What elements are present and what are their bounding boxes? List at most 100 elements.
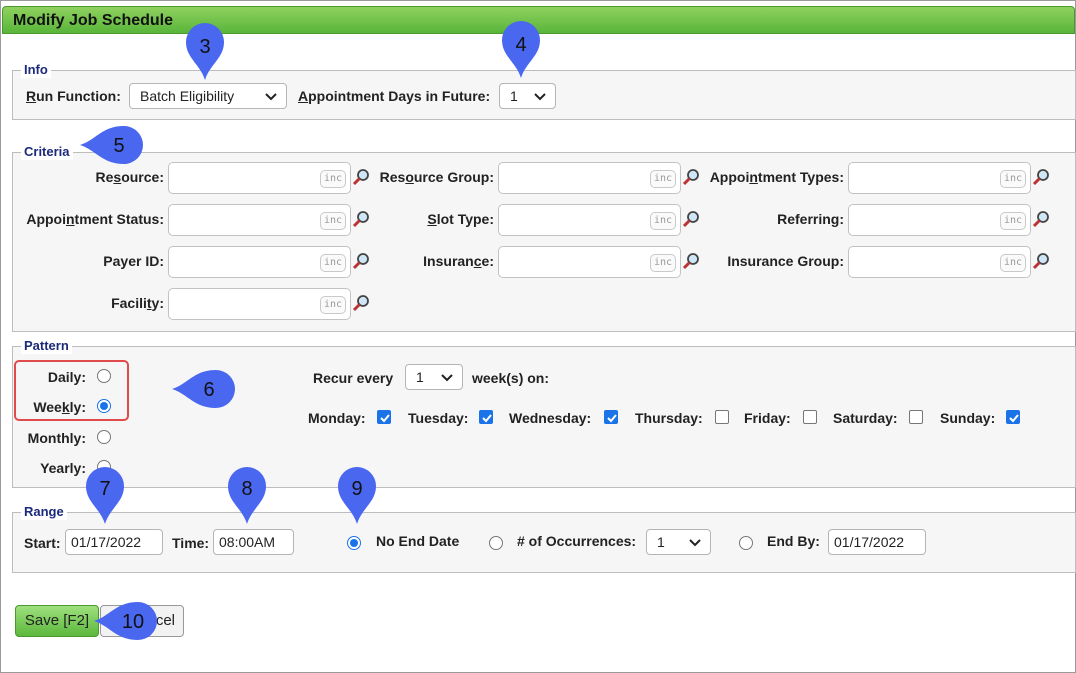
insurance-group-label: Insurance Group:: [727, 253, 844, 269]
friday-checkbox[interactable]: [803, 410, 817, 424]
time-input[interactable]: 08:00AM: [213, 529, 294, 555]
appointment-days-select[interactable]: 1: [499, 83, 556, 109]
daily-radio[interactable]: [97, 369, 111, 383]
facility-field[interactable]: inc: [168, 288, 351, 320]
magnifier-icon[interactable]: [681, 210, 701, 230]
callout-number: 9: [351, 478, 362, 500]
end-by-label: End By:: [767, 533, 820, 549]
no-end-date-radio[interactable]: [347, 536, 361, 550]
day-label-thursday: Thursday:: [635, 410, 703, 426]
run-function-select[interactable]: Batch Eligibility: [129, 83, 287, 109]
facility-label: Facility:: [111, 295, 164, 311]
end-by-radio[interactable]: [739, 536, 753, 550]
start-label: Start:: [24, 535, 61, 551]
occurrences-value: 1: [657, 534, 665, 550]
magnifier-icon[interactable]: [351, 252, 371, 272]
recur-every-value: 1: [416, 369, 424, 385]
appointment-types-field[interactable]: inc: [848, 162, 1031, 194]
callout-number: 10: [122, 611, 144, 633]
appointment-status-label: Appointment Status:: [26, 211, 164, 227]
occurrences-radio[interactable]: [489, 536, 503, 550]
tuesday-checkbox[interactable]: [479, 410, 493, 424]
appointment-status-field[interactable]: inc: [168, 204, 351, 236]
magnifier-icon[interactable]: [681, 252, 701, 272]
occurrences-select[interactable]: 1: [646, 529, 711, 555]
magnifier-icon[interactable]: [1031, 210, 1051, 230]
range-legend: Range: [21, 504, 67, 520]
chevron-down-icon: [265, 93, 277, 101]
appointment-days-value: 1: [510, 88, 518, 104]
callout-marker-3: 3: [186, 23, 224, 80]
resource-field[interactable]: inc: [168, 162, 351, 194]
appointment-days-label: Appointment Days in Future:: [298, 88, 491, 104]
run-function-label: Run Function:: [26, 88, 121, 104]
inc-badge[interactable]: inc: [650, 212, 676, 230]
day-label-friday: Friday:: [744, 410, 791, 426]
chevron-down-icon: [689, 539, 701, 547]
callout-number: 6: [203, 379, 214, 401]
magnifier-icon[interactable]: [1031, 168, 1051, 188]
pattern-legend: Pattern: [21, 338, 72, 354]
chevron-down-icon: [441, 374, 453, 382]
payer-id-field[interactable]: inc: [168, 246, 351, 278]
thursday-checkbox[interactable]: [715, 410, 729, 424]
weekly-label: Weekly:: [33, 399, 86, 415]
magnifier-icon[interactable]: [351, 294, 371, 314]
chevron-down-icon: [534, 93, 546, 101]
day-label-monday: Monday:: [308, 410, 366, 426]
callout-number: 4: [515, 34, 526, 56]
start-date-input[interactable]: 01/17/2022: [65, 529, 163, 555]
callout-marker-8: 8: [228, 467, 266, 524]
insurance-field[interactable]: inc: [498, 246, 681, 278]
sunday-checkbox[interactable]: [1006, 410, 1020, 424]
magnifier-icon[interactable]: [681, 168, 701, 188]
day-label-tuesday: Tuesday:: [408, 410, 469, 426]
run-function-value: Batch Eligibility: [140, 88, 235, 104]
occurrences-label: # of Occurrences:: [517, 533, 637, 549]
appointment-types-label: Appointment Types:: [709, 169, 844, 185]
saturday-checkbox[interactable]: [909, 410, 923, 424]
magnifier-icon[interactable]: [351, 168, 371, 188]
inc-badge[interactable]: inc: [650, 254, 676, 272]
insurance-group-field[interactable]: inc: [848, 246, 1031, 278]
magnifier-icon[interactable]: [1031, 252, 1051, 272]
end-by-date-input[interactable]: 01/17/2022: [828, 529, 926, 555]
inc-badge[interactable]: inc: [1000, 212, 1026, 230]
weeks-on-label: week(s) on:: [472, 370, 550, 386]
callout-number: 3: [199, 36, 210, 58]
callout-number: 7: [99, 478, 110, 500]
referring-field[interactable]: inc: [848, 204, 1031, 236]
save-button[interactable]: Save [F2]: [15, 605, 99, 637]
inc-badge[interactable]: inc: [1000, 254, 1026, 272]
day-label-sunday: Sunday:: [940, 410, 996, 426]
daily-label: Daily:: [47, 369, 86, 385]
yearly-label: Yearly:: [40, 460, 86, 476]
inc-badge[interactable]: inc: [650, 170, 676, 188]
inc-badge[interactable]: inc: [320, 212, 346, 230]
recur-every-select[interactable]: 1: [405, 364, 463, 390]
callout-marker-10: 10: [94, 602, 157, 640]
inc-badge[interactable]: inc: [320, 170, 346, 188]
page-title: Modify Job Schedule: [13, 12, 174, 29]
criteria-legend: Criteria: [21, 144, 73, 160]
callout-number: 8: [241, 478, 252, 500]
inc-badge[interactable]: inc: [320, 254, 346, 272]
callout-marker-4: 4: [502, 21, 540, 78]
weekly-radio[interactable]: [97, 399, 111, 413]
magnifier-icon[interactable]: [351, 210, 371, 230]
insurance-label: Insurance:: [423, 253, 494, 269]
day-label-saturday: Saturday:: [833, 410, 898, 426]
inc-badge[interactable]: inc: [320, 296, 346, 314]
monday-checkbox[interactable]: [377, 410, 391, 424]
wednesday-checkbox[interactable]: [604, 410, 618, 424]
slot-type-field[interactable]: inc: [498, 204, 681, 236]
info-legend: Info: [21, 62, 51, 78]
resource-label: Resource:: [95, 169, 165, 185]
callout-number: 5: [113, 135, 124, 157]
inc-badge[interactable]: inc: [1000, 170, 1026, 188]
callout-marker-6: 6: [172, 370, 235, 408]
resource-group-field[interactable]: inc: [498, 162, 681, 194]
resource-group-label: Resource Group:: [379, 169, 494, 185]
monthly-radio[interactable]: [97, 430, 111, 444]
callout-marker-7: 7: [86, 467, 124, 524]
